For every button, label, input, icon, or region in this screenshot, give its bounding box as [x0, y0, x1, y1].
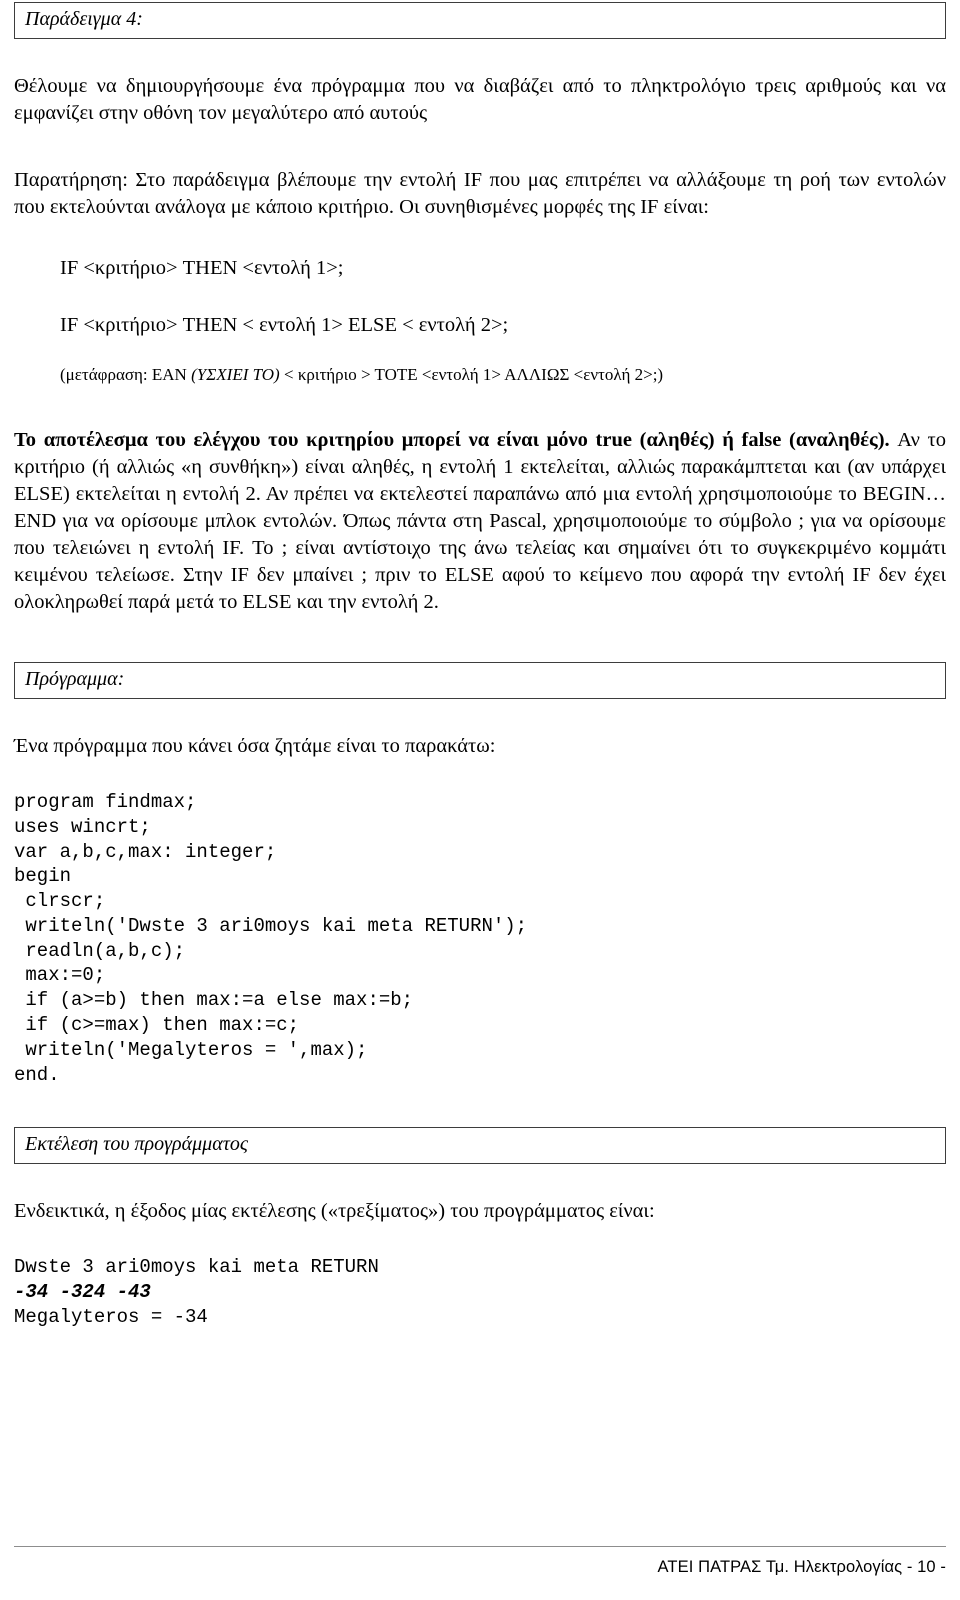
console-output: Dwste 3 ari0moys kai meta RETURN -34 -324… [14, 1255, 946, 1329]
translation-prefix: (μετάφραση: ΕΑΝ [60, 365, 192, 385]
if-syntax-form-2: IF <κριτήριο> THEN < εντολή 1> ELSE < εν… [60, 313, 509, 336]
pascal-source-code: program findmax; uses wincrt; var a,b,c,… [14, 790, 528, 1086]
if-syntax-form-1: IF <κριτήριο> THEN <εντολή 1>; [60, 257, 344, 280]
section-header-program: Πρόγραμμα: [14, 661, 946, 699]
intro-paragraph-note: Παρατήρηση: Στο παράδειγμα βλέπουμε την … [14, 169, 946, 219]
translation-italic-part: (ΥΣΧΙΕΙ ΤΟ) [191, 365, 280, 385]
explanation-rest: Αν το κριτήριο (ή αλλιώς «η συνθήκη») εί… [14, 428, 946, 613]
footer-text: ΑΤΕΙ ΠΑΤΡΑΣ Τμ. Ηλεκτρολογίας - 10 - [657, 1558, 946, 1576]
console-input-line: -34 -324 -43 [14, 1281, 151, 1304]
footer-divider [14, 1546, 946, 1547]
program-intro-line: Ένα πρόγραμμα που κάνει όσα ζητάμε είναι… [14, 734, 496, 757]
execution-intro-line: Ενδεικτικά, η έξοδος μίας εκτέλεσης («τρ… [14, 1200, 655, 1223]
section-header-example: Παράδειγμα 4: [14, 2, 946, 39]
section-header-execution: Εκτέλεση του προγράμματος [14, 1127, 946, 1165]
page-content: Παράδειγμα 4: Θέλουμε να δημιουργήσουμε … [14, 0, 946, 1330]
intro-paragraph-goal: Θέλουμε να δημιουργήσουμε ένα πρόγραμμα … [14, 75, 946, 125]
explanation-bold-lead: Το αποτέλεσμα του ελέγχου του κριτηρίου … [14, 428, 890, 451]
console-result-line: Megalyteros = -34 [14, 1305, 208, 1328]
console-prompt-line: Dwste 3 ari0moys kai meta RETURN [14, 1256, 379, 1279]
section-header-program-label: Πρόγραμμα: [25, 667, 125, 690]
if-syntax-translation: (μετάφραση: ΕΑΝ (ΥΣΧΙΕΙ ΤΟ) < κριτήριο >… [60, 364, 946, 386]
document-page: Παράδειγμα 4: Θέλουμε να δημιουργήσουμε … [0, 0, 960, 1600]
explanation-paragraph: Το αποτέλεσμα του ελέγχου του κριτηρίου … [14, 427, 946, 616]
section-header-example-label: Παράδειγμα 4: [25, 8, 143, 30]
section-header-execution-label: Εκτέλεση του προγράμματος [25, 1133, 248, 1156]
translation-suffix: < κριτήριο > ΤΟΤΕ <εντολή 1> ΑΛΛΙΩΣ <εντ… [279, 365, 664, 385]
page-footer: ΑΤΕΙ ΠΑΤΡΑΣ Τμ. Ηλεκτρολογίας - 10 - [14, 1532, 946, 1600]
